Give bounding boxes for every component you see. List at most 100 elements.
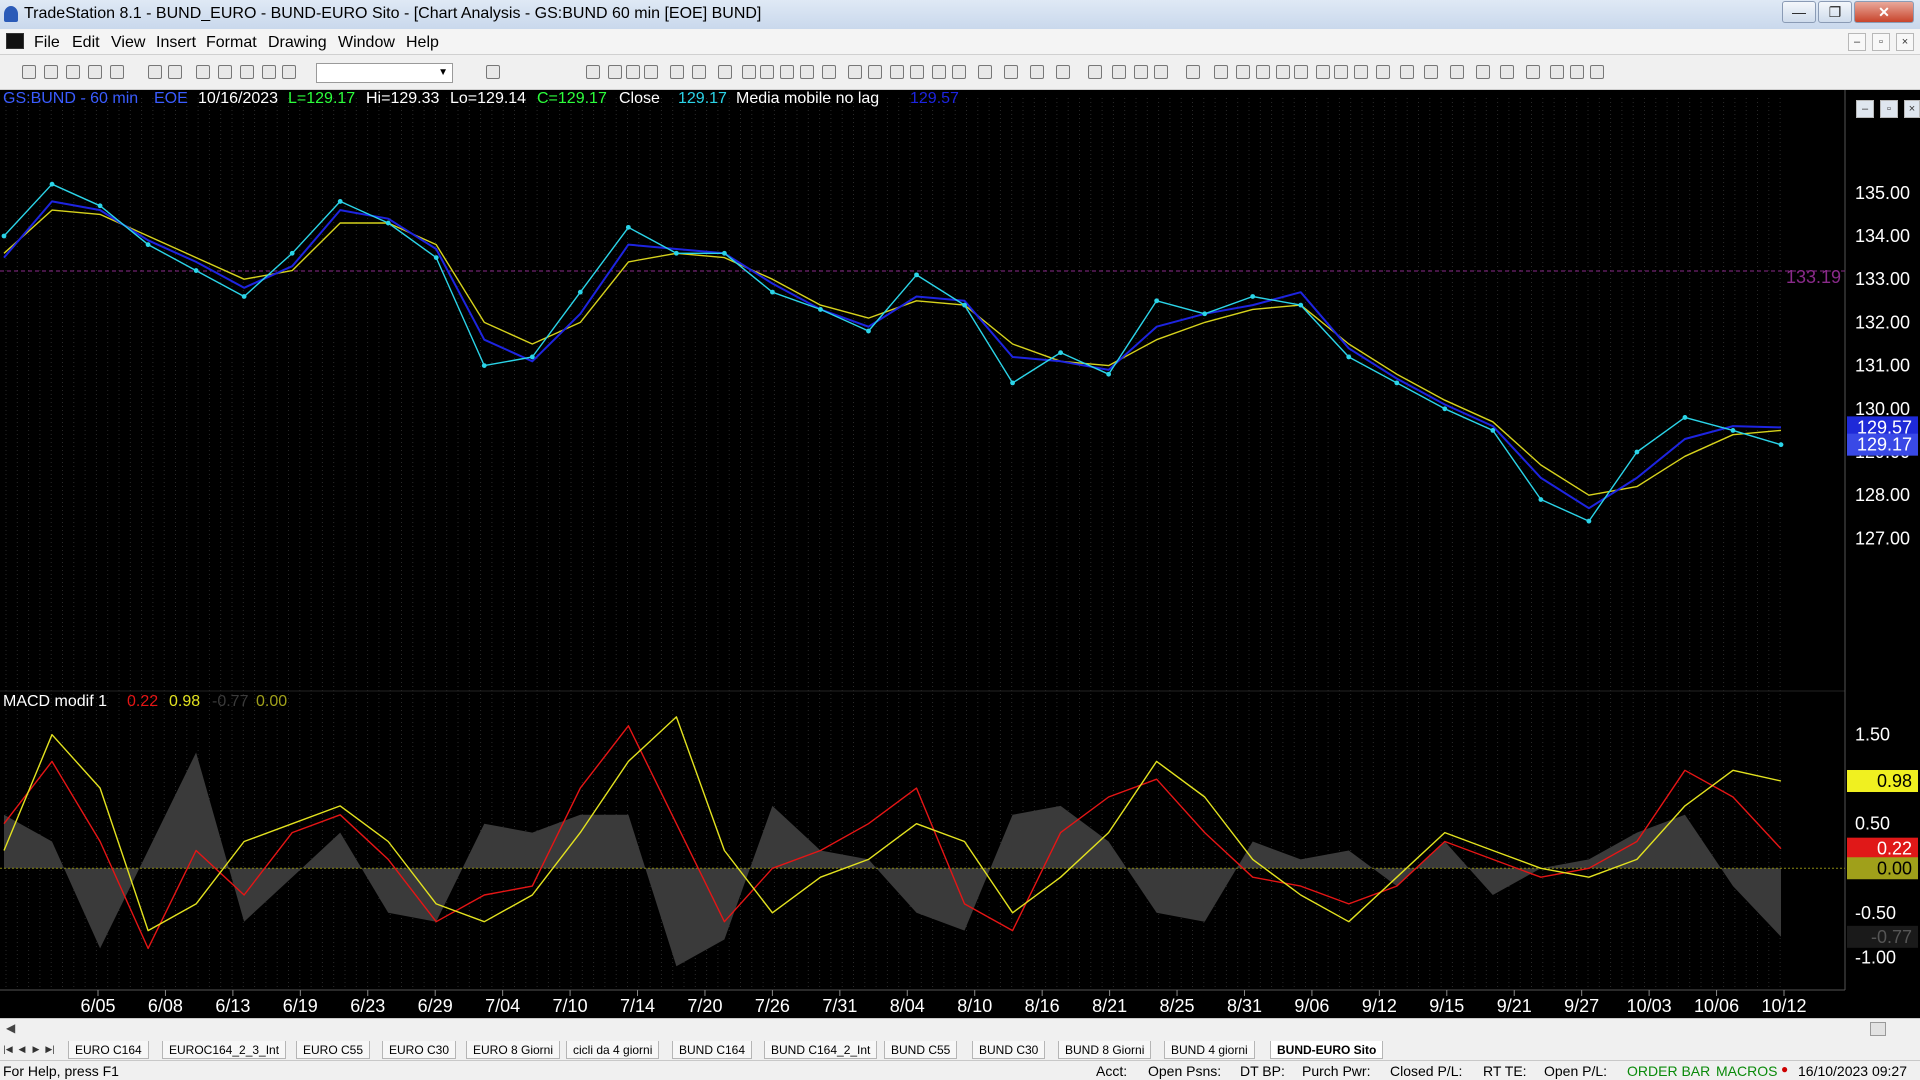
mdi-close-button[interactable]: × [1896,33,1914,51]
workspace-tab[interactable]: EUROC164_2_3_Int [162,1041,287,1059]
workspace-tab[interactable]: BUND C55 [884,1041,958,1059]
toolbar-tool-icon[interactable] [1030,65,1044,79]
toolbar-tool-icon[interactable] [780,65,794,79]
toolbar-tool-icon[interactable] [1334,65,1348,79]
tab-last-icon[interactable]: ▶| [44,1041,56,1057]
workspace-tab[interactable]: BUND-EURO Sito [1270,1041,1384,1059]
toolbar-tool-icon[interactable] [692,65,706,79]
macros-button[interactable]: MACROS [1716,1063,1777,1079]
tab-next-icon[interactable]: ▶ [30,1041,42,1057]
tab-prev-icon[interactable]: ◀ [16,1041,28,1057]
toolbar-tool-icon[interactable] [1112,65,1126,79]
toolbar-tool-icon[interactable] [1186,65,1200,79]
toolbar-tool-icon[interactable] [1214,65,1228,79]
toolbar-tool-icon[interactable] [978,65,992,79]
toolbar-tool-icon[interactable] [240,65,254,79]
chart-analysis[interactable]: 135.00 134.00 133.00 132.00 131.00 130.00 129.… [0,90,1920,1018]
menu-window[interactable]: Window [338,34,395,52]
toolbar-tool-icon[interactable] [1256,65,1270,79]
workspace-tab[interactable]: BUND C164_2_Int [764,1041,878,1059]
toolbar-tool-icon[interactable] [868,65,882,79]
toolbar-tool-icon[interactable] [262,65,276,79]
toolbar-tool-icon[interactable] [88,65,102,79]
toolbar-tool-icon[interactable] [608,65,622,79]
workspace-tab[interactable]: EURO C164 [68,1041,149,1059]
workspace-tab[interactable]: EURO 8 Giorni [466,1041,561,1059]
menu-edit[interactable]: Edit [72,34,100,52]
toolbar-tool-icon[interactable] [742,65,756,79]
workspace-tab[interactable]: EURO C55 [296,1041,371,1059]
toolbar-tool-icon[interactable] [1316,65,1330,79]
toolbar-tool-icon[interactable] [1088,65,1102,79]
toolbar-tool-icon[interactable] [1004,65,1018,79]
toolbar-tool-icon[interactable] [1570,65,1584,79]
order-bar-button[interactable]: ORDER BAR [1627,1063,1710,1079]
menu-format[interactable]: Format [206,34,257,52]
toolbar-tool-icon[interactable] [1376,65,1390,79]
toolbar-tool-icon[interactable] [22,65,36,79]
toolbar-tool-icon[interactable] [626,65,640,79]
toolbar-tool-icon[interactable] [1424,65,1438,79]
menu-drawing[interactable]: Drawing [268,34,327,52]
minimize-button[interactable]: — [1782,1,1816,23]
maximize-button[interactable]: ❐ [1818,1,1852,23]
toolbar-tool-icon[interactable] [1236,65,1250,79]
toolbar-tool-icon[interactable] [670,65,684,79]
tab-first-icon[interactable]: |◀ [2,1041,14,1057]
toolbar-tool-icon[interactable] [848,65,862,79]
toolbar-tool-icon[interactable] [1056,65,1070,79]
workspace-tab[interactable]: BUND C164 [672,1041,753,1059]
toolbar-tool-icon[interactable] [1476,65,1490,79]
toolbar-tool-icon[interactable] [1500,65,1514,79]
menu-insert[interactable]: Insert [156,34,196,52]
workspace-tab[interactable]: EURO C30 [382,1041,457,1059]
scroll-left-icon[interactable]: ◀ [6,1021,15,1035]
chart-close-button[interactable]: × [1904,100,1920,118]
chart-restore-button[interactable]: ▫ [1880,100,1898,118]
toolbar-tool-icon[interactable] [1550,65,1564,79]
toolbar-tool-icon[interactable] [1294,65,1308,79]
workspace-tab[interactable]: cicli da 4 giorni [566,1041,660,1059]
toolbar-tool-icon[interactable] [822,65,836,79]
toolbar-tool-icon[interactable] [910,65,924,79]
toolbar-tool-icon[interactable] [486,65,500,79]
toolbar-tool-icon[interactable] [952,65,966,79]
toolbar-tool-icon[interactable] [148,65,162,79]
toolbar-tool-icon[interactable] [1276,65,1290,79]
horizontal-scrollbar[interactable]: ◀ [0,1018,1920,1038]
toolbar-tool-icon[interactable] [932,65,946,79]
toolbar-tool-icon[interactable] [1134,65,1148,79]
toolbar-tool-icon[interactable] [66,65,80,79]
scroll-thumb[interactable] [1870,1022,1886,1036]
chart-window-icon[interactable] [6,33,24,49]
workspace-tab[interactable]: BUND C30 [972,1041,1046,1059]
menu-help[interactable]: Help [406,34,439,52]
chart-minimize-button[interactable]: – [1856,100,1874,118]
menu-view[interactable]: View [111,34,145,52]
toolbar-tool-icon[interactable] [1590,65,1604,79]
toolbar-tool-icon[interactable] [1354,65,1368,79]
toolbar-tool-icon[interactable] [718,65,732,79]
toolbar-tool-icon[interactable] [890,65,904,79]
menu-file[interactable]: File [34,34,60,52]
toolbar-tool-icon[interactable] [1526,65,1540,79]
toolbar-tool-icon[interactable] [196,65,210,79]
toolbar-tool-icon[interactable] [218,65,232,79]
toolbar-tool-icon[interactable] [760,65,774,79]
chart-canvas[interactable]: 135.00 134.00 133.00 132.00 131.00 130.00 129.… [0,90,1920,1018]
toolbar-tool-icon[interactable] [1450,65,1464,79]
toolbar-tool-icon[interactable] [800,65,814,79]
mdi-restore-button[interactable]: ▫ [1872,33,1890,51]
toolbar-tool-icon[interactable] [1154,65,1168,79]
toolbar-tool-icon[interactable] [1400,65,1414,79]
workspace-tab[interactable]: BUND 4 giorni [1164,1041,1255,1059]
toolbar-tool-icon[interactable] [282,65,296,79]
toolbar-tool-icon[interactable] [44,65,58,79]
workspace-tab[interactable]: BUND 8 Giorni [1058,1041,1152,1059]
toolbar-tool-icon[interactable] [110,65,124,79]
close-button[interactable]: ✕ [1854,1,1914,23]
symbol-dropdown[interactable]: ▼ [316,63,453,83]
toolbar-tool-icon[interactable] [168,65,182,79]
mdi-minimize-button[interactable]: – [1848,33,1866,51]
toolbar-tool-icon[interactable] [644,65,658,79]
